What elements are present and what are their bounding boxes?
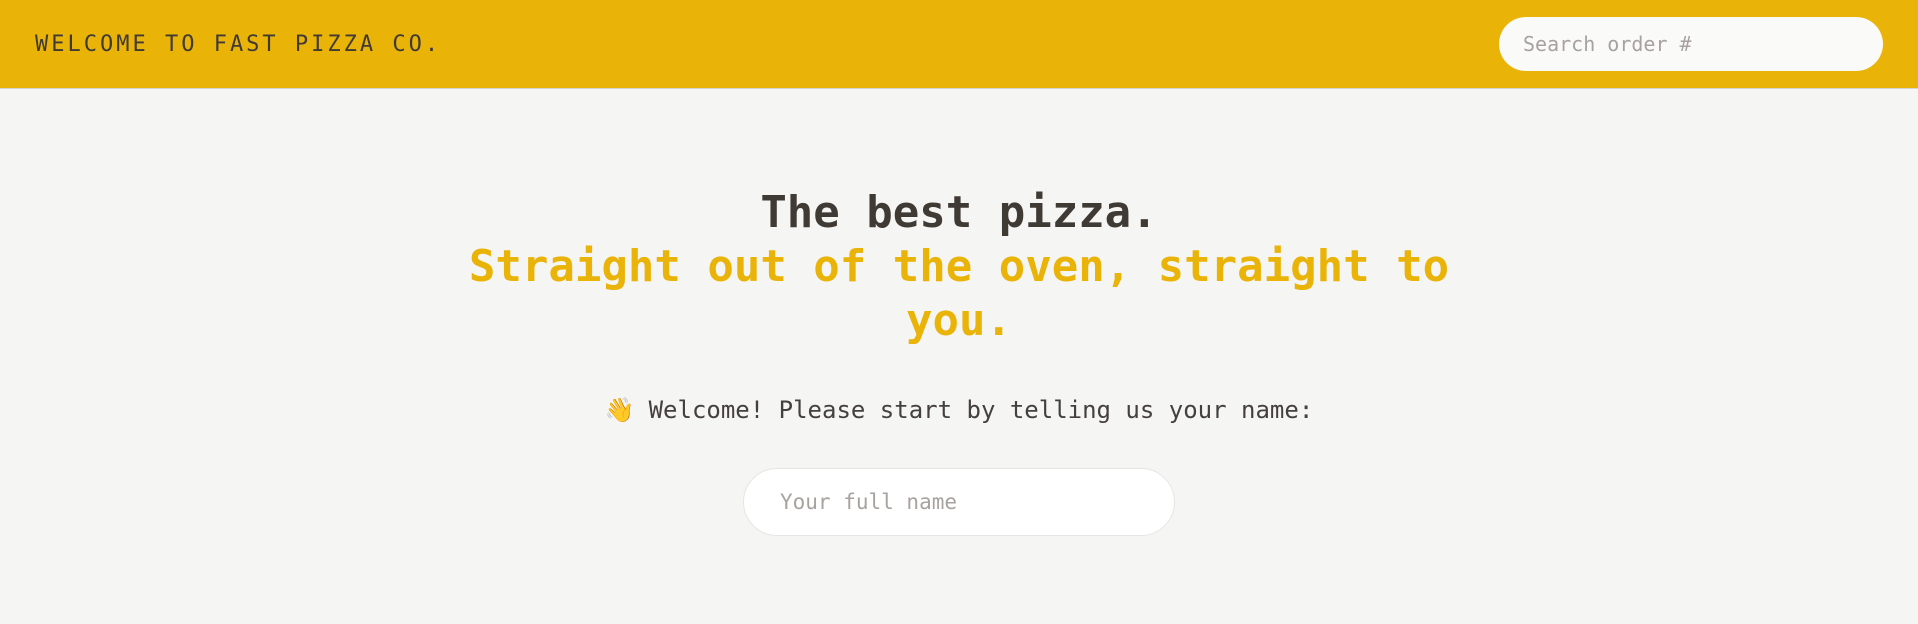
app-header: WELCOME TO FAST PIZZA CO. [0,0,1918,89]
welcome-text: Welcome! Please start by telling us your… [648,396,1314,424]
main-content: The best pizza. Straight out of the oven… [0,89,1918,536]
hero-subtitle: Straight out of the oven, straight to yo… [468,241,1450,346]
search-order-input[interactable] [1499,17,1883,71]
welcome-message: 👋 Welcome! Please start by telling us yo… [605,396,1314,424]
waving-hand-icon: 👋 [604,396,635,424]
hero-title: The best pizza. [760,187,1158,238]
full-name-input[interactable] [743,468,1175,536]
brand-link[interactable]: WELCOME TO FAST PIZZA CO. [35,32,441,57]
hero-headline: The best pizza. Straight out of the oven… [454,186,1464,348]
